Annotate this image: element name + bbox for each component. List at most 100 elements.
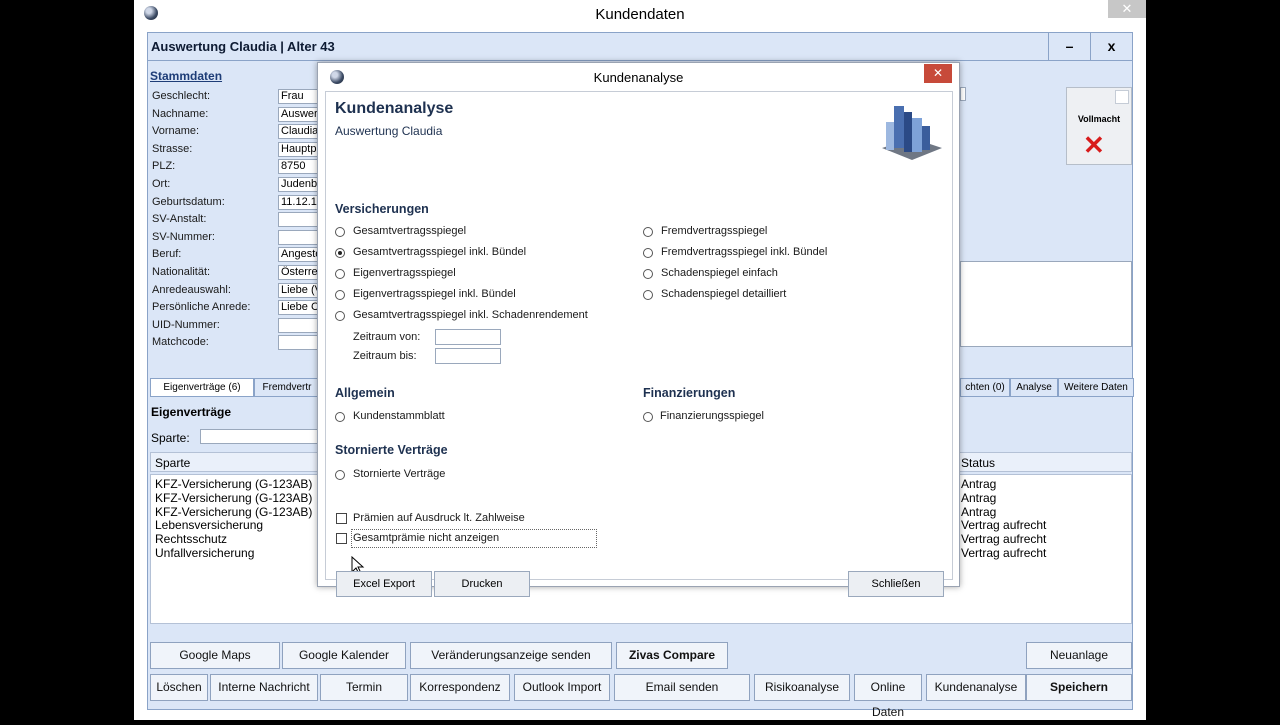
drucken-button[interactable]: Drucken (434, 571, 530, 597)
finanzierungsspiegel-radio[interactable] (643, 412, 653, 422)
kundenanalyse-button[interactable]: Kundenanalyse (926, 674, 1026, 701)
grid-cell-status[interactable]: Antrag (961, 505, 996, 519)
field-label: Matchcode: (152, 336, 209, 349)
report-option-label[interactable]: Gesamtvertragsspiegel inkl. Bündel (353, 246, 526, 258)
tab-eigenvertraege[interactable]: Eigenverträge (6) (150, 378, 254, 397)
interne-nachricht-button[interactable]: Interne Nachricht (210, 674, 318, 701)
stornierte-vertraege-radio[interactable] (335, 470, 345, 480)
gesamtpraemie-checkbox[interactable] (336, 533, 347, 544)
field-value[interactable]: 11.12.1 (278, 194, 320, 210)
gesamtpraemie-checkbox-label[interactable]: Gesamtprämie nicht anzeigen (353, 532, 499, 544)
field-value[interactable]: Claudia (278, 124, 320, 140)
zivas-compare-button[interactable]: Zivas Compare (616, 642, 728, 669)
schliessen-button[interactable]: Schließen (848, 571, 944, 597)
tab-weitere-daten[interactable]: Weitere Daten (1058, 378, 1134, 397)
app-header: Auswertung Claudia | Alter 43 – x (148, 33, 1132, 61)
report-option-label[interactable]: Gesamtvertragsspiegel (353, 225, 466, 237)
close-panel-button[interactable]: x (1090, 33, 1132, 60)
column-header-status[interactable]: Status (961, 456, 995, 470)
grid-cell-status[interactable]: Antrag (961, 478, 996, 491)
stornierte-title: Stornierte Verträge (335, 443, 448, 457)
termin-button[interactable]: Termin (320, 674, 408, 701)
minimize-button[interactable]: – (1048, 33, 1090, 60)
report-option-label[interactable]: Fremdvertragsspiegel (661, 225, 767, 237)
grid-cell-status[interactable]: Vertrag aufrecht (961, 547, 1046, 560)
grid-cell-sparte[interactable]: Rechtsschutz (155, 533, 227, 546)
risikoanalyse-button[interactable]: Risikoanalyse (754, 674, 850, 701)
korrespondenz-button[interactable]: Korrespondenz (410, 674, 510, 701)
report-option-radio[interactable] (643, 227, 653, 237)
field-value[interactable] (278, 335, 320, 351)
building-chart-icon (882, 106, 942, 160)
field-value[interactable] (278, 317, 320, 333)
document-icon (1115, 90, 1129, 104)
finanzierungen-title: Finanzierungen (643, 386, 736, 400)
grid-cell-sparte[interactable]: Unfallversicherung (155, 547, 254, 560)
field-value[interactable] (278, 212, 320, 228)
dialog-close-button[interactable]: ✕ (924, 64, 952, 83)
grid-cell-status[interactable]: Vertrag aufrecht (961, 533, 1046, 546)
field-value[interactable]: Angeste (278, 247, 320, 263)
loeschen-button[interactable]: Löschen (150, 674, 208, 701)
report-option-label[interactable]: Eigenvertragsspiegel inkl. Bündel (353, 288, 516, 300)
report-option-radio[interactable] (335, 269, 345, 279)
report-option-label[interactable]: Schadenspiegel einfach (661, 267, 778, 279)
zeitraum-von-input[interactable] (435, 329, 501, 345)
report-option-radio[interactable] (335, 290, 345, 300)
grid-cell-sparte[interactable]: KFZ-Versicherung (G-123AB) (155, 505, 312, 519)
zeitraum-bis-input[interactable] (435, 348, 501, 364)
report-option-radio[interactable] (643, 248, 653, 258)
column-header-sparte[interactable]: Sparte (155, 456, 190, 470)
report-option-radio[interactable] (643, 269, 653, 279)
stammdaten-title[interactable]: Stammdaten (150, 69, 222, 83)
report-option-radio[interactable] (335, 227, 345, 237)
dialog-title: Kundenanalyse (593, 70, 684, 85)
praemien-checkbox-label[interactable]: Prämien auf Ausdruck lt. Zahlweise (353, 512, 525, 524)
report-option-radio[interactable] (643, 290, 653, 300)
grid-cell-status[interactable]: Vertrag aufrecht (961, 519, 1046, 532)
stornierte-vertraege-label[interactable]: Stornierte Verträge (353, 468, 445, 480)
field-value[interactable]: Judenb (278, 177, 320, 192)
report-option-label[interactable]: Eigenvertragsspiegel (353, 267, 456, 279)
speichern-button[interactable]: Speichern (1026, 674, 1132, 701)
report-option-label[interactable]: Fremdvertragsspiegel inkl. Bündel (661, 246, 827, 258)
field-value[interactable] (278, 229, 320, 245)
report-option-label[interactable]: Gesamtvertragsspiegel inkl. Schadenrende… (353, 309, 588, 321)
field-value[interactable]: Frau (278, 89, 320, 104)
dialog-body: Kundenanalyse Auswertung Claudia Versich… (325, 91, 953, 597)
field-value[interactable]: Liebe C (278, 300, 320, 316)
grid-cell-sparte[interactable]: Lebensversicherung (155, 519, 263, 532)
sparte-filter-input[interactable] (200, 429, 320, 444)
finanzierungsspiegel-label[interactable]: Finanzierungsspiegel (660, 410, 764, 422)
google-maps-button[interactable]: Google Maps (150, 642, 280, 669)
field-value[interactable]: Auswer (278, 106, 320, 122)
report-option-radio[interactable] (335, 248, 345, 258)
vollmacht-box[interactable]: Vollmacht ✕ (1066, 87, 1132, 165)
kundenstammblatt-label[interactable]: Kundenstammblatt (353, 410, 445, 422)
field-value[interactable]: Liebe (V (278, 282, 320, 298)
grid-cell-sparte[interactable]: KFZ-Versicherung (G-123AB) (155, 478, 312, 491)
kundenanalyse-dialog: Kundenanalyse ✕ Kundenanalyse Auswertung… (317, 62, 960, 597)
outlook-import-button[interactable]: Outlook Import (514, 674, 610, 701)
kundenstammblatt-radio[interactable] (335, 412, 345, 422)
report-option-radio[interactable] (335, 311, 345, 321)
grid-cell-status[interactable]: Antrag (961, 491, 996, 505)
tab-fremdvertraege[interactable]: Fremdvertr (254, 378, 320, 397)
excel-export-button[interactable]: Excel Export (336, 571, 432, 597)
google-kalender-button[interactable]: Google Kalender (282, 642, 406, 669)
neuanlage-button[interactable]: Neuanlage (1026, 642, 1132, 669)
grid-cell-sparte[interactable]: KFZ-Versicherung (G-123AB) (155, 491, 312, 505)
field-label: PLZ: (152, 160, 176, 173)
field-value[interactable]: 8750 (278, 159, 320, 175)
window-close-button[interactable]: ✕ (1108, 0, 1146, 18)
tab-analyse[interactable]: Analyse (1010, 378, 1058, 397)
field-value[interactable]: Hauptp (278, 141, 320, 157)
field-value[interactable]: Österre (278, 265, 320, 280)
notes-panel[interactable] (960, 261, 1132, 347)
veraenderungsanzeige-button[interactable]: Veränderungsanzeige senden (410, 642, 612, 669)
email-senden-button[interactable]: Email senden (614, 674, 750, 701)
report-option-label[interactable]: Schadenspiegel detailliert (661, 288, 786, 300)
online-daten-button[interactable]: Online Daten (854, 674, 922, 719)
praemien-checkbox[interactable] (336, 513, 347, 524)
tab-nachrichten[interactable]: chten (0) (960, 378, 1010, 397)
